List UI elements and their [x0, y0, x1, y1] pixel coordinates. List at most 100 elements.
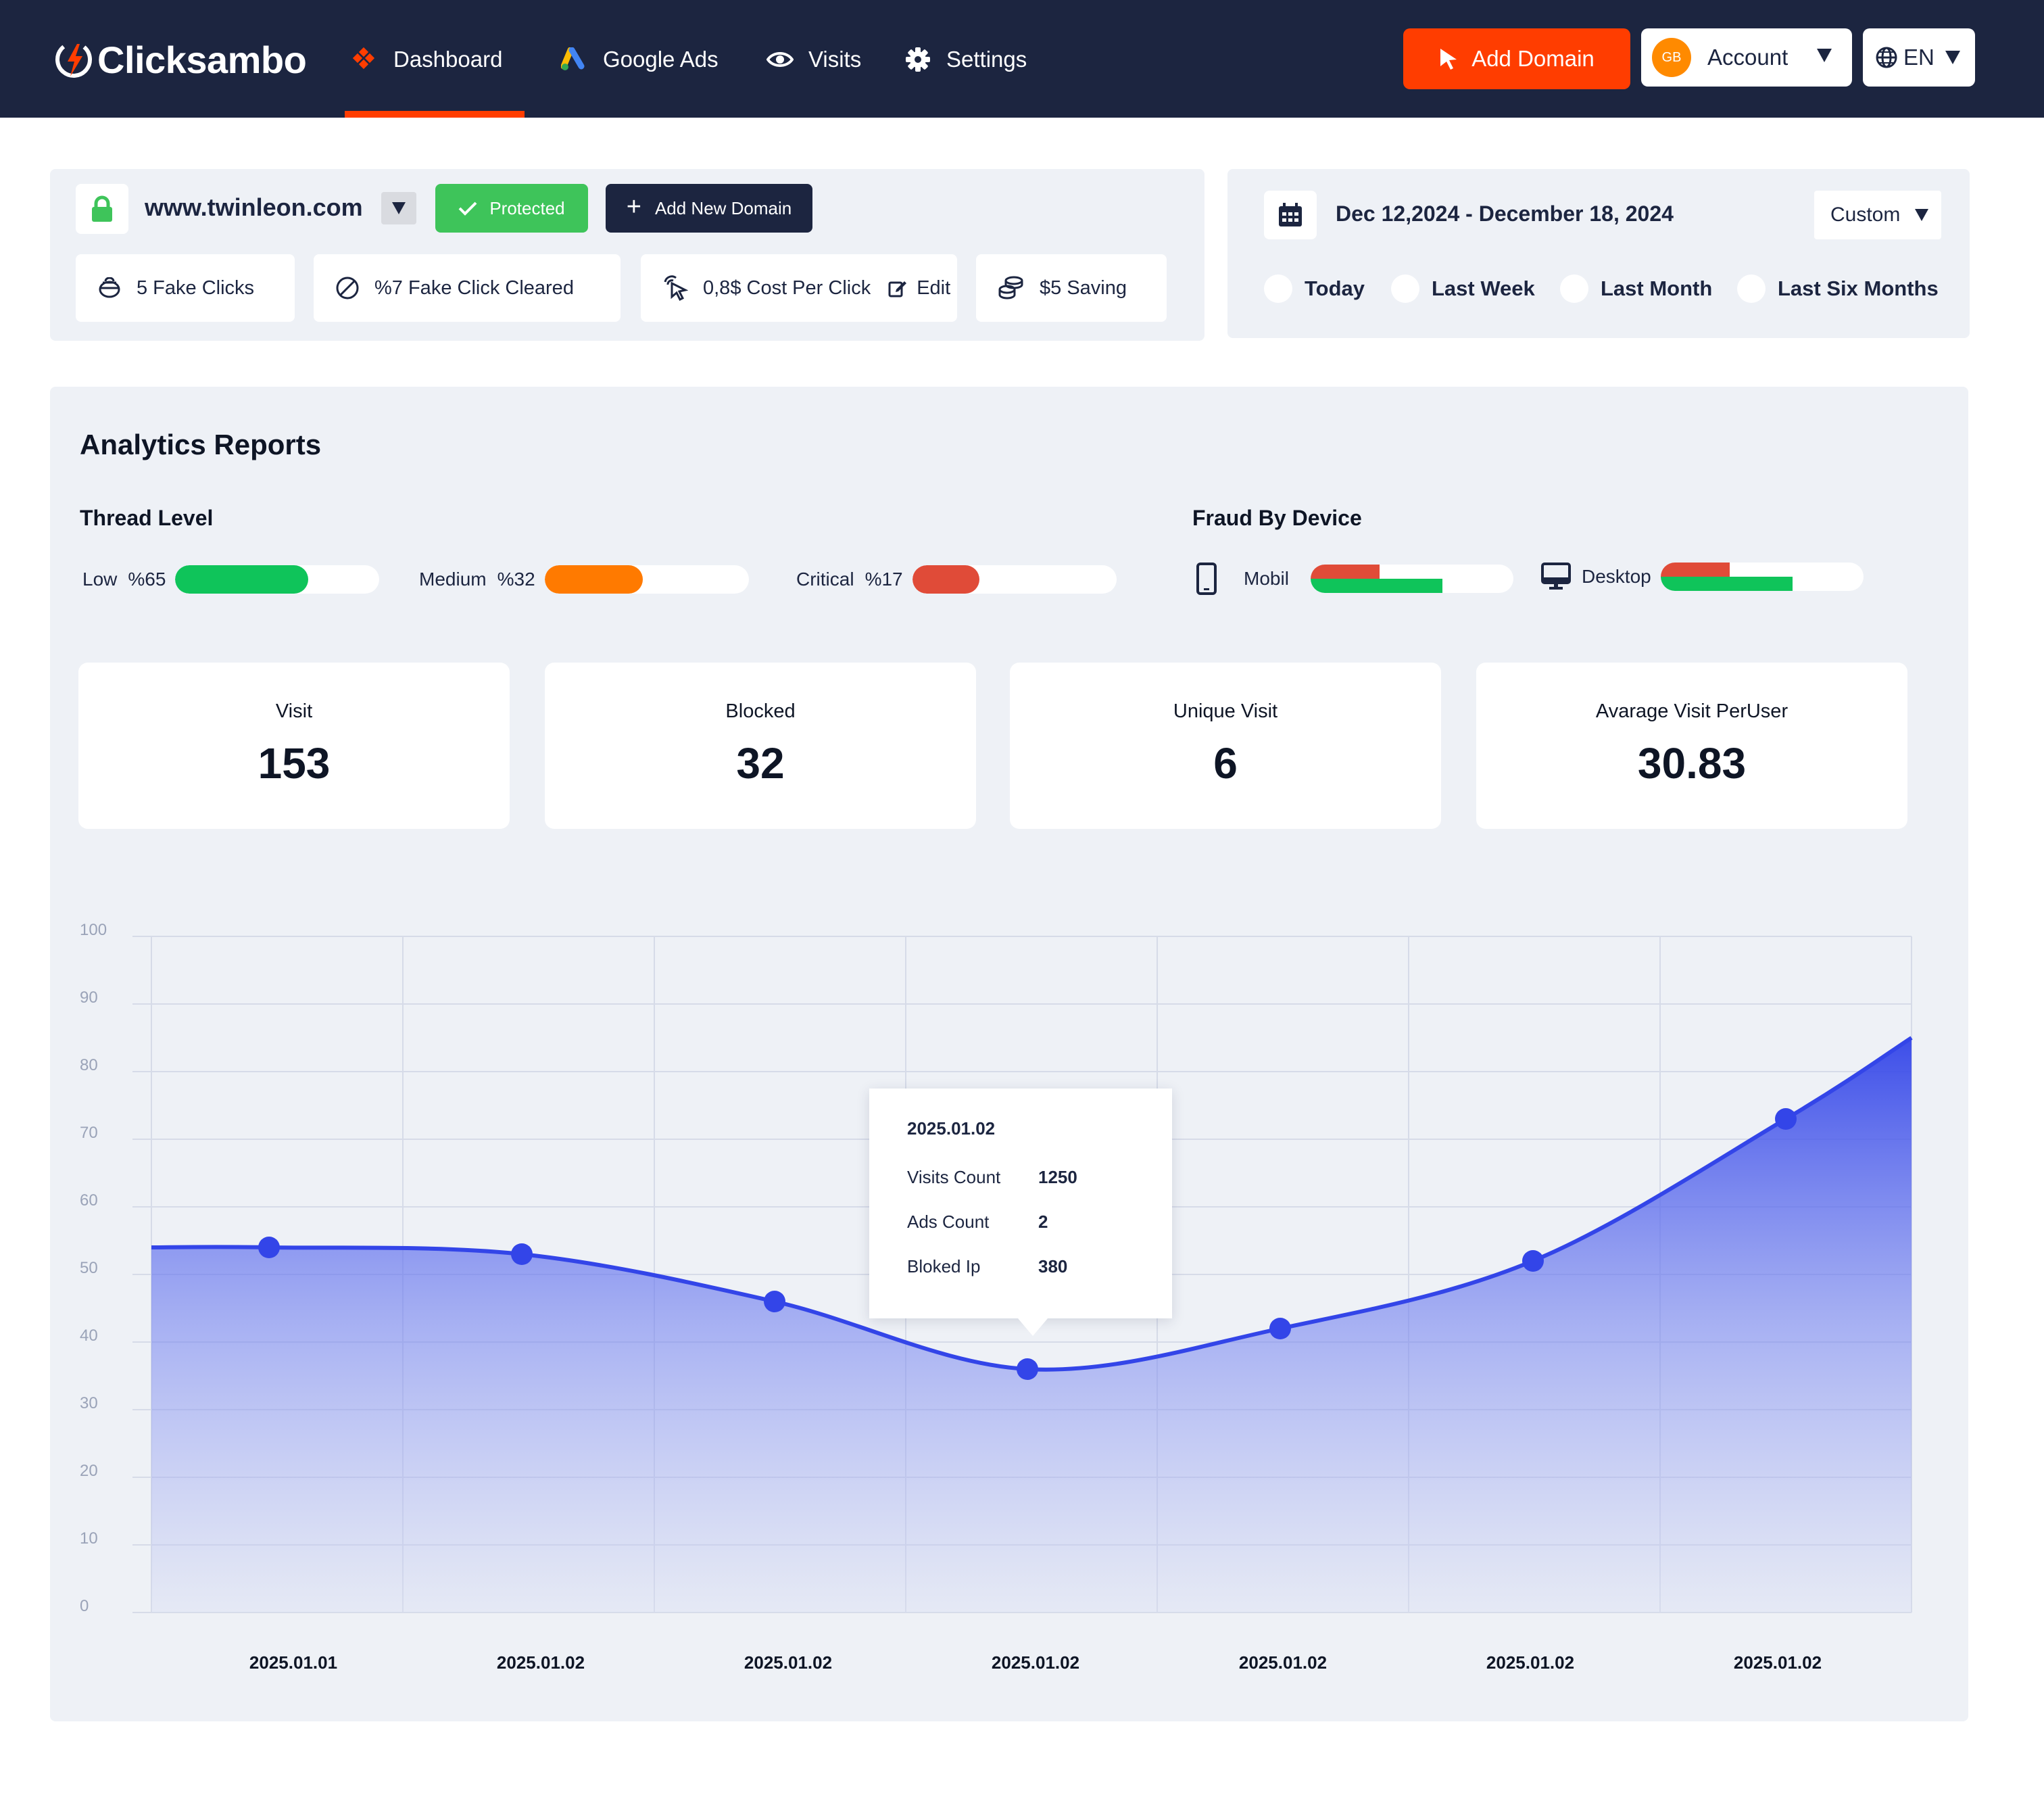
account-menu-button[interactable]: GB Account	[1641, 28, 1852, 87]
device-mobile: Mobil	[1196, 563, 1513, 595]
tooltip-date: 2025.01.02	[907, 1118, 996, 1139]
kpi-visit-label: Visit	[275, 700, 313, 722]
nav-dashboard[interactable]: Dashboard	[351, 41, 502, 78]
nav-dashboard-label: Dashboard	[393, 47, 503, 72]
kpi-unique-visit-card: Unique Visit 6	[1010, 663, 1441, 829]
lock-icon	[76, 184, 128, 234]
analytics-title: Analytics Reports	[80, 429, 322, 460]
kpi-visit-value: 153	[258, 739, 331, 788]
threat-level-medium: Medium %32	[419, 565, 749, 594]
caret-down-icon	[392, 202, 406, 214]
date-mode-value: Custom	[1830, 204, 1901, 226]
nav-google-ads[interactable]: Google Ads	[561, 41, 719, 78]
radio-last-month[interactable]: Last Month	[1560, 274, 1712, 303]
radio-last-six-months-label: Last Six Months	[1778, 277, 1939, 300]
kpi-average-visit-value: 30.83	[1637, 739, 1747, 788]
add-domain-label: Add Domain	[1471, 46, 1595, 71]
tooltip-blocked-ip-label: Bloked Ip	[907, 1256, 981, 1276]
radio-today[interactable]: Today	[1264, 274, 1365, 303]
radio-last-month-label: Last Month	[1601, 277, 1713, 300]
tooltip-row-ads: Ads Count 2	[907, 1212, 1048, 1233]
cost-per-click-text: 0,8$ Cost Per Click	[703, 277, 871, 299]
add-domain-button[interactable]: Add Domain	[1403, 28, 1630, 89]
threat-critical-bar	[912, 565, 1117, 594]
cursor-arrow-icon	[1440, 49, 1457, 70]
saving-stat: $5 Saving	[976, 254, 1167, 322]
device-desktop-label: Desktop	[1582, 566, 1651, 587]
kpi-visit-card: Visit 153	[78, 663, 510, 829]
kpi-blocked-label: Blocked	[725, 700, 796, 722]
date-filter-panel: Dec 12,2024 - December 18, 2024 Custom T…	[1227, 169, 1970, 338]
cost-per-click-stat: 0,8$ Cost Per Click Edit	[641, 254, 957, 322]
fake-cleared-text: %7 Fake Click Cleared	[374, 277, 574, 299]
threat-critical-bar-fill	[912, 565, 980, 594]
tooltip-row-visits: Visits Count 1250	[907, 1167, 1077, 1188]
domain-name: www.twinleon.com	[145, 193, 363, 221]
saving-text: $5 Saving	[1040, 277, 1127, 299]
threat-low-bar-fill	[175, 565, 308, 594]
desktop-monitor-icon	[1541, 563, 1571, 590]
radio-button[interactable]	[1560, 274, 1588, 303]
nav-google-ads-label: Google Ads	[603, 47, 719, 72]
kpi-blocked-value: 32	[736, 739, 785, 788]
threat-critical-pct: %17	[865, 569, 903, 590]
caret-down-icon	[1945, 51, 1960, 64]
tooltip-visits-value: 1250	[1038, 1167, 1077, 1187]
threat-medium-name: Medium	[419, 569, 487, 590]
device-desktop-bar	[1660, 563, 1864, 591]
threat-level-critical: Critical %17	[796, 565, 1117, 594]
threat-medium-bar	[544, 565, 749, 594]
threat-level-title: Thread Level	[80, 506, 214, 530]
clicksambo-logo-icon	[55, 41, 92, 78]
edit-cost-button[interactable]: Edit	[888, 277, 950, 300]
nav-visits[interactable]: Visits	[766, 41, 861, 78]
language-label: EN	[1903, 45, 1934, 70]
caret-down-icon	[1817, 49, 1832, 62]
pointer-click-icon	[664, 275, 688, 301]
radio-last-week-label: Last Week	[1432, 277, 1535, 300]
device-desktop-red-fill	[1660, 563, 1730, 577]
fake-clicks-stat: 5 Fake Clicks	[76, 254, 295, 322]
date-mode-select[interactable]: Custom	[1814, 191, 1941, 239]
globe-icon	[1876, 47, 1897, 68]
google-ads-icon	[561, 46, 588, 73]
radio-button[interactable]	[1391, 274, 1419, 303]
device-mobile-label: Mobil	[1244, 568, 1289, 589]
edit-label: Edit	[917, 277, 951, 299]
check-icon	[458, 201, 477, 216]
kpi-blocked-card: Blocked 32	[545, 663, 976, 829]
nav-visits-label: Visits	[808, 47, 862, 72]
mobile-phone-icon	[1196, 563, 1217, 595]
radio-last-week[interactable]: Last Week	[1391, 274, 1535, 303]
fraud-by-device-title: Fraud By Device	[1192, 506, 1362, 530]
calendar-icon[interactable]	[1264, 191, 1317, 239]
fake-cleared-stat: %7 Fake Click Cleared	[314, 254, 620, 322]
edit-icon	[888, 281, 907, 297]
add-new-domain-button[interactable]: + Add New Domain	[606, 184, 812, 233]
protected-status-badge: Protected	[435, 184, 588, 233]
caret-down-icon	[1915, 209, 1929, 221]
chart-tooltip: 2025.01.02 Visits Count 1250 Ads Count 2…	[869, 1089, 1172, 1336]
radio-last-six-months[interactable]: Last Six Months	[1737, 274, 1939, 303]
threat-level-low: Low %65	[82, 565, 380, 594]
logo[interactable]: Clicksambo	[53, 35, 307, 84]
device-desktop-green-fill	[1660, 577, 1793, 591]
kpi-average-visit-card: Avarage Visit PerUser 30.83	[1476, 663, 1907, 829]
coins-icon	[998, 276, 1023, 300]
tooltip-visits-label: Visits Count	[907, 1167, 1001, 1187]
fake-clicks-text: 5 Fake Clicks	[137, 277, 255, 299]
threat-medium-pct: %32	[497, 569, 535, 590]
domain-panel: www.twinleon.com Protected + Add New Dom…	[50, 169, 1204, 341]
threat-low-bar	[175, 565, 380, 594]
kpi-unique-visit-label: Unique Visit	[1173, 700, 1278, 722]
gear-icon	[904, 46, 931, 73]
radio-button[interactable]	[1264, 274, 1292, 303]
radio-button[interactable]	[1737, 274, 1766, 303]
domain-dropdown-button[interactable]	[381, 192, 416, 224]
device-mobile-green-fill	[1310, 579, 1442, 593]
dashboard-diamond-icon	[351, 46, 379, 73]
nav-settings[interactable]: Settings	[904, 41, 1027, 78]
threat-medium-bar-fill	[544, 565, 643, 594]
language-selector[interactable]: EN	[1863, 28, 1975, 87]
avatar: GB	[1652, 38, 1691, 77]
